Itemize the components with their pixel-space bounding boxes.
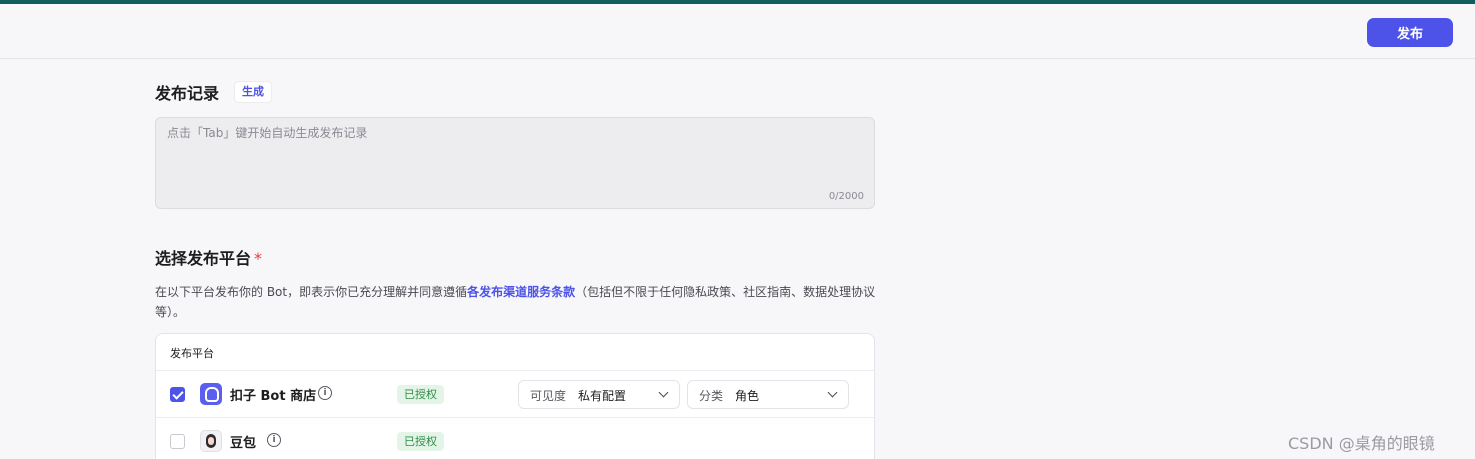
visibility-label: 可见度 (530, 389, 567, 403)
info-icon[interactable]: i (318, 386, 332, 400)
watermark: CSDN @桌角的眼镜 (1288, 434, 1435, 453)
visibility-value: 私有配置 (578, 389, 627, 403)
table-header-label: 发布平台 (170, 347, 214, 360)
textarea-placeholder: 点击「Tab」键开始自动生成发布记录 (167, 126, 368, 140)
category-select[interactable]: 分类 角色 (687, 380, 849, 409)
coze-bot-store-icon (200, 383, 222, 405)
chevron-down-icon (827, 387, 838, 398)
category-label: 分类 (699, 389, 724, 403)
platform-table-header: 发布平台 (156, 334, 874, 371)
char-counter: 0/2000 (828, 191, 864, 202)
select-platform-title: 选择发布平台 * (155, 245, 262, 269)
platform-name-coze: 扣子 Bot 商店 (230, 389, 317, 404)
platform-name-doubao: 豆包 (230, 436, 257, 451)
service-terms-link[interactable]: 各发布渠道服务条款 (467, 285, 575, 299)
chevron-down-icon (658, 387, 669, 398)
platform-terms-description: 在以下平台发布你的 Bot，即表示你已充分理解并同意遵循各发布渠道服务条款（包括… (155, 282, 880, 322)
top-header: 发布 (0, 4, 1475, 59)
doubao-icon (200, 430, 222, 452)
platform-row-doubao: 豆包 i 已授权 (156, 418, 874, 459)
platform-row-coze: 扣子 Bot 商店 i 已授权 可见度 私有配置 分类 角色 (156, 371, 874, 418)
desc-text-before: 在以下平台发布你的 Bot，即表示你已充分理解并同意遵循 (155, 285, 468, 299)
select-platform-label: 选择发布平台 (155, 249, 252, 268)
authorized-badge: 已授权 (397, 385, 444, 404)
required-mark: * (254, 249, 263, 268)
checkbox-coze[interactable] (170, 387, 185, 402)
publish-record-textarea[interactable]: 点击「Tab」键开始自动生成发布记录 0/2000 (155, 117, 875, 209)
checkbox-doubao[interactable] (170, 434, 185, 449)
category-value: 角色 (735, 389, 760, 403)
authorized-badge: 已授权 (397, 432, 444, 451)
generate-button[interactable]: 生成 (234, 81, 272, 103)
publish-record-title: 发布记录 (155, 84, 220, 103)
platform-table: 发布平台 扣子 Bot 商店 i 已授权 可见度 私有配置 分类 角色 豆包 i… (155, 333, 875, 459)
info-icon[interactable]: i (267, 433, 281, 447)
publish-button[interactable]: 发布 (1367, 18, 1453, 47)
visibility-select[interactable]: 可见度 私有配置 (518, 380, 680, 409)
